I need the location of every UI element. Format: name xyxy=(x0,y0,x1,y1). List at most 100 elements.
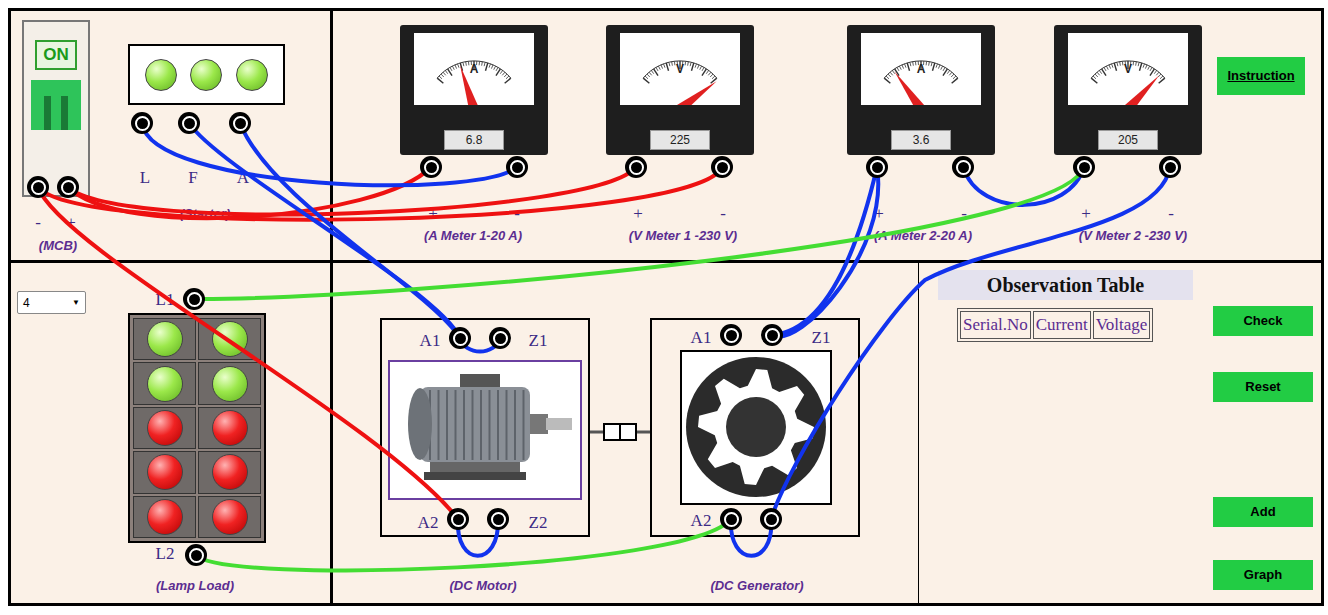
meter-plus-label: + xyxy=(428,205,438,222)
observation-area: Observation Table Serial.NoCurrentVoltage xyxy=(919,263,1213,603)
meter-unit: A xyxy=(470,63,479,75)
terminal[interactable] xyxy=(229,112,251,134)
table-column-header: Serial.No xyxy=(960,311,1031,339)
meter-needle-icon xyxy=(1124,72,1163,105)
wire xyxy=(772,167,878,337)
terminal[interactable] xyxy=(625,156,647,178)
terminal[interactable] xyxy=(487,508,509,530)
terminal[interactable] xyxy=(131,112,153,134)
wire xyxy=(68,167,431,218)
lamp-socket xyxy=(198,496,261,538)
meter-minus-label: - xyxy=(961,205,967,222)
meter-scale-icon xyxy=(861,33,981,105)
wire xyxy=(142,123,517,185)
terminal[interactable] xyxy=(489,327,511,349)
lamp-count-dropdown[interactable]: 4▼ xyxy=(17,291,86,314)
terminal[interactable] xyxy=(866,156,888,178)
meter-unit: V xyxy=(676,63,684,75)
terminal[interactable] xyxy=(720,508,742,530)
lab-page: Instruction Observation Table Serial.NoCur… xyxy=(0,0,1328,615)
lamp-socket xyxy=(198,407,261,449)
meter-plus-label: + xyxy=(1081,205,1091,222)
lamp xyxy=(145,59,177,91)
meter-unit: A xyxy=(917,63,926,75)
generator-terminal-label: Z1 xyxy=(812,329,831,346)
meter-plus-label: + xyxy=(633,205,643,222)
meter-minus-label: - xyxy=(1168,205,1174,222)
dc-generator xyxy=(650,318,860,537)
terminal[interactable] xyxy=(420,156,442,178)
meter-dial: V xyxy=(620,33,740,105)
mcb-terminal-label: - xyxy=(35,214,41,231)
action-button[interactable]: Check xyxy=(1213,306,1313,336)
terminal[interactable] xyxy=(1073,156,1095,178)
terminal[interactable] xyxy=(711,156,733,178)
lamp-socket xyxy=(133,362,196,404)
workbench: Instruction Observation Table Serial.NoCur… xyxy=(8,8,1324,606)
meter-reading: 3.6 xyxy=(891,130,951,150)
terminal[interactable] xyxy=(185,544,207,566)
lamp-socket xyxy=(133,496,196,538)
wire xyxy=(771,167,1170,519)
terminal[interactable] xyxy=(449,327,471,349)
terminal[interactable] xyxy=(761,324,783,346)
terminal[interactable] xyxy=(760,508,782,530)
terminal[interactable] xyxy=(27,176,49,198)
lamp xyxy=(212,366,248,402)
circuit-canvas: ON-+(MCB)LFA(Starter)A6.8+-(A Meter 1-20… xyxy=(0,0,1328,615)
generator-caption: (DC Generator) xyxy=(710,579,803,592)
motor-icon xyxy=(390,362,580,498)
starter-caption: (Starter) xyxy=(180,207,231,220)
lamp-socket xyxy=(198,451,261,493)
meter-scale-icon xyxy=(414,33,534,105)
generator-rotor-icon xyxy=(682,352,830,503)
wire xyxy=(38,167,722,220)
lamp-count-value: 4 xyxy=(23,294,30,312)
lamp-load-terminal-label: L2 xyxy=(156,545,175,562)
generator-terminal-label: A2 xyxy=(691,512,712,529)
mcb-handle xyxy=(31,80,81,130)
meter-caption: (V Meter 1 -230 V) xyxy=(629,229,737,242)
machine-panel: Observation Table Serial.NoCurrentVoltage… xyxy=(333,263,1321,603)
terminal[interactable] xyxy=(506,156,528,178)
terminal[interactable] xyxy=(447,508,469,530)
meter: V205 xyxy=(1054,25,1202,155)
motor-terminal-label: A1 xyxy=(420,332,441,349)
dropdown-arrow: ▼ xyxy=(72,297,80,309)
terminal[interactable] xyxy=(720,324,742,346)
instruction-button[interactable]: Instruction xyxy=(1217,57,1305,95)
terminal[interactable] xyxy=(57,176,79,198)
lamp xyxy=(147,454,183,490)
action-button[interactable]: Reset xyxy=(1213,372,1313,402)
mcb-switch[interactable]: ON xyxy=(22,20,90,197)
meter-reading: 225 xyxy=(650,130,710,150)
lamp xyxy=(212,454,248,490)
lamp-socket xyxy=(198,318,261,360)
mcb-terminal-label: + xyxy=(66,214,76,231)
table-column-header: Current xyxy=(1033,311,1091,339)
action-button[interactable]: Add xyxy=(1213,497,1313,527)
terminal[interactable] xyxy=(1159,156,1181,178)
lamp xyxy=(212,499,248,535)
meter-caption: (A Meter 1-20 A) xyxy=(424,229,522,242)
terminal[interactable] xyxy=(952,156,974,178)
observation-title: Observation Table xyxy=(938,270,1193,300)
terminal[interactable] xyxy=(178,112,200,134)
load-panel xyxy=(11,263,333,603)
meter-unit: V xyxy=(1124,63,1132,75)
wire xyxy=(772,167,877,335)
lamp-socket xyxy=(133,451,196,493)
table-column-header: Voltage xyxy=(1093,311,1151,339)
meter-plus-label: + xyxy=(874,205,884,222)
meter-needle-icon xyxy=(677,77,720,105)
action-button[interactable]: Graph xyxy=(1213,560,1313,590)
terminal[interactable] xyxy=(183,288,205,310)
lamp-load-terminal-label: L1 xyxy=(156,291,175,308)
wire xyxy=(240,123,460,338)
lamp-socket xyxy=(198,362,261,404)
lamp xyxy=(190,59,222,91)
generator-picture xyxy=(680,350,832,505)
meter-needle-icon xyxy=(890,69,925,105)
motor-picture xyxy=(388,360,582,500)
action-buttons: Check Reset Add Graph xyxy=(1213,263,1313,603)
